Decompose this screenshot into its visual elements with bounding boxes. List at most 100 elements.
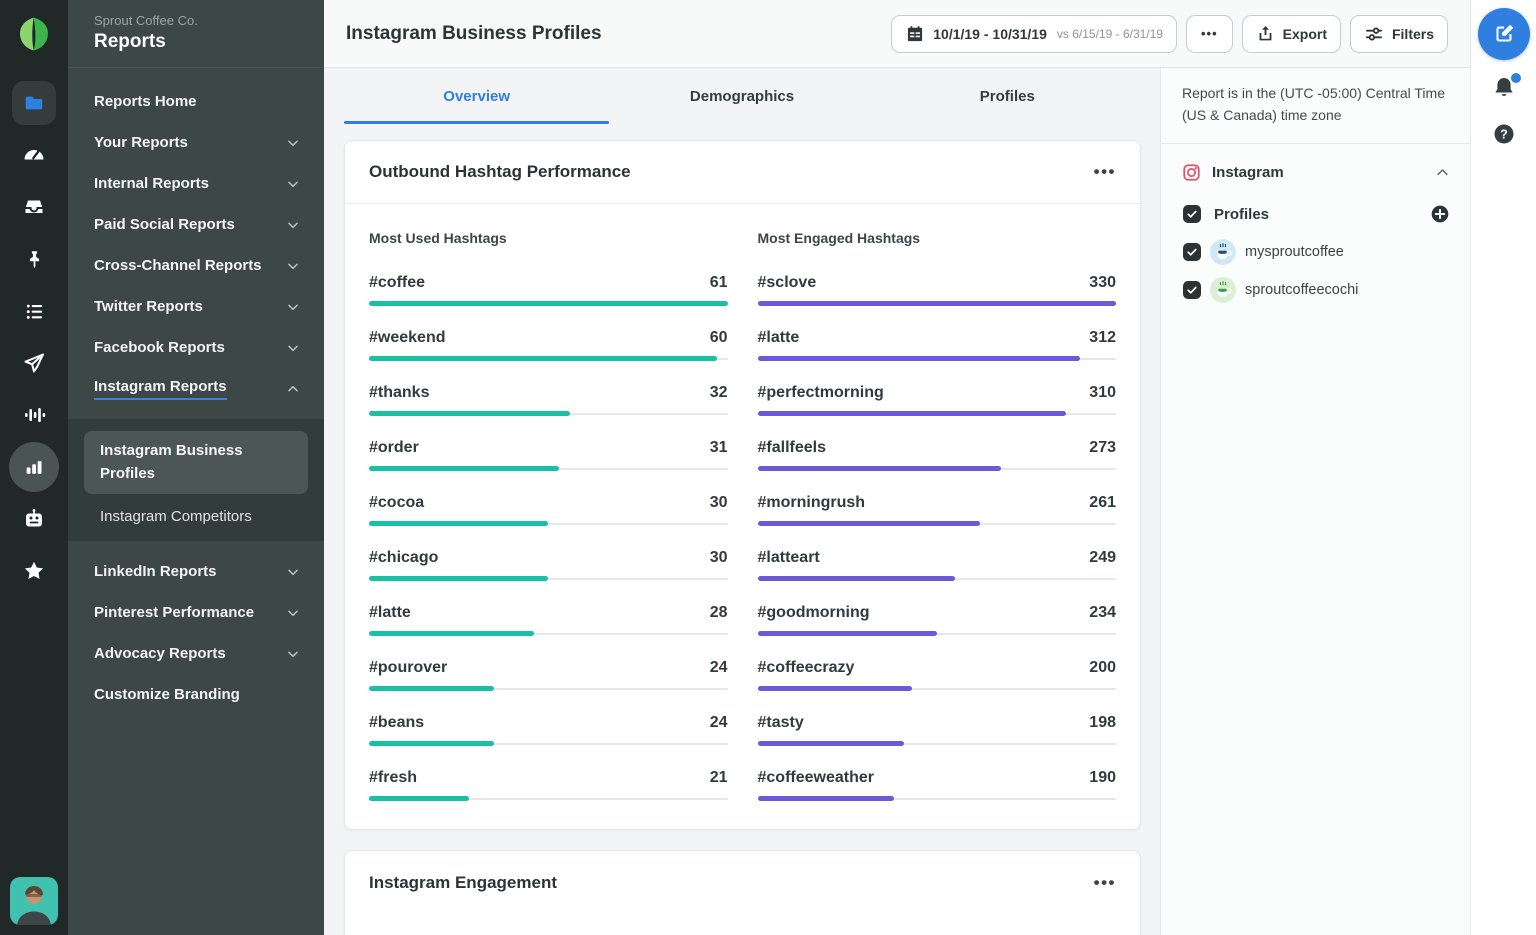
hashtag-label: #cocoa (369, 494, 425, 511)
hashtag-row: #cocoa 30 (369, 494, 728, 526)
hashtag-line: #fresh 21 (369, 769, 728, 787)
hashtag-line: #chicago 30 (369, 549, 728, 567)
chevron-up-icon[interactable] (1435, 165, 1450, 180)
page-title: Instagram Business Profiles (346, 22, 602, 44)
sidebar-item-internal-reports[interactable]: Internal Reports (68, 163, 324, 204)
sidebar-item-paid-social-reports[interactable]: Paid Social Reports (68, 204, 324, 245)
sidebar-item-linkedin-reports[interactable]: LinkedIn Reports (68, 551, 324, 592)
instagram-engagement-card: Instagram Engagement ••• (344, 850, 1141, 935)
hashtag-row: #coffeeweather 190 (757, 769, 1116, 801)
hashtag-value: 330 (1089, 274, 1116, 291)
notifications-bell-icon[interactable] (1491, 73, 1521, 101)
rail-item-robot[interactable] (8, 493, 60, 545)
tab-profiles[interactable]: Profiles (875, 68, 1140, 124)
sidebar-item-label: Customize Branding (94, 686, 240, 703)
hashtag-label: #morningrush (757, 494, 866, 511)
hashtag-bar (757, 356, 1117, 361)
rail-item-gauge[interactable] (8, 129, 60, 181)
date-range-button[interactable]: 10/1/19 - 10/31/19 vs 6/15/19 - 6/31/19 (891, 14, 1177, 53)
hashtag-label: #coffeeweather (757, 769, 875, 786)
profile-checkbox[interactable] (1183, 281, 1201, 300)
column-header: Most Engaged Hashtags (757, 230, 921, 246)
instagram-network-row[interactable]: Instagram (1161, 144, 1470, 195)
network-name: Instagram (1212, 164, 1284, 182)
hashtag-bar-fill (369, 796, 470, 801)
hashtag-label: #order (369, 439, 419, 456)
hashtag-bar-fill (369, 411, 570, 416)
user-avatar[interactable] (10, 877, 58, 925)
sidebar-subitem-instagram-competitors[interactable]: Instagram Competitors (84, 494, 308, 531)
notification-badge (1510, 73, 1521, 83)
hashtag-row: #sclove 330 (757, 274, 1116, 306)
report-content: Overview Demographics Profiles Outbound Ha… (324, 68, 1160, 935)
sidebar-item-customize-branding[interactable]: Customize Branding (68, 674, 324, 715)
hashtag-value: 312 (1089, 329, 1116, 346)
hashtag-value: 24 (709, 659, 728, 676)
rail-item-bar-chart[interactable] (9, 442, 59, 492)
rail-item-pin[interactable] (8, 233, 60, 285)
rail-item-waveform[interactable] (8, 389, 60, 441)
rail-item-folder[interactable] (12, 81, 56, 125)
reports-sidebar: Sprout Coffee Co. Reports Reports Home Yo… (68, 0, 324, 935)
hashtag-line: #beans 24 (369, 714, 728, 732)
sidebar-item-reports-home[interactable]: Reports Home (68, 81, 324, 122)
sidebar-item-facebook-reports[interactable]: Facebook Reports (68, 327, 324, 368)
profiles-label: Profiles (1214, 205, 1270, 223)
card-menu-button[interactable]: ••• (1094, 873, 1116, 893)
hashtag-row: #fresh 21 (369, 769, 728, 801)
export-icon (1256, 24, 1275, 43)
sidebar-item-your-reports[interactable]: Your Reports (68, 122, 324, 163)
chevron-down-icon (286, 259, 300, 273)
sidebar-item-cross-channel-reports[interactable]: Cross-Channel Reports (68, 245, 324, 286)
rail-item-star[interactable] (8, 545, 60, 597)
sidebar-item-advocacy-reports[interactable]: Advocacy Reports (68, 633, 324, 674)
compose-button[interactable] (1477, 8, 1530, 60)
export-button[interactable]: Export (1241, 14, 1341, 53)
hashtag-line: #order 31 (369, 439, 728, 457)
more-options-button[interactable]: ••• (1185, 14, 1233, 53)
hashtag-bar-fill (757, 301, 1116, 306)
hashtag-line: #latte 28 (369, 604, 728, 622)
tab-overview[interactable]: Overview (344, 68, 610, 124)
hashtag-line: #thanks 32 (369, 384, 728, 402)
paper-plane-icon (22, 351, 46, 375)
hashtag-row: #thanks 32 (369, 384, 728, 416)
hashtag-bar (757, 631, 1117, 636)
hashtag-row: #morningrush 261 (757, 494, 1116, 526)
sidebar-item-pinterest-performance[interactable]: Pinterest Performance (68, 592, 324, 633)
hashtag-bar (369, 301, 728, 306)
rail-item-list[interactable] (8, 285, 60, 337)
profile-checkbox[interactable] (1183, 243, 1201, 262)
sprout-logo[interactable] (15, 0, 53, 68)
filters-icon (1364, 24, 1384, 44)
sidebar-item-label: Instagram Reports (94, 378, 227, 400)
hashtag-label: #perfectmorning (757, 384, 884, 401)
card-menu-button[interactable]: ••• (1094, 162, 1116, 182)
hashtag-bar (757, 576, 1117, 581)
hashtag-bar-fill (757, 796, 894, 801)
hashtag-line: #pourover 24 (369, 659, 728, 677)
sidebar-item-label: Pinterest Performance (94, 604, 255, 621)
hashtag-line: #goodmorning 234 (758, 604, 1117, 622)
hashtag-bar (369, 521, 728, 526)
tab-demographics[interactable]: Demographics (609, 68, 874, 124)
hashtag-bar (369, 686, 728, 691)
add-profile-button[interactable] (1430, 204, 1450, 224)
compare-range-value: vs 6/15/19 - 6/31/19 (1056, 26, 1163, 41)
sidebar-subitem-instagram-business-profiles[interactable]: Instagram Business Profiles (84, 431, 308, 494)
hashtag-row: #coffee 61 (369, 274, 728, 306)
hashtag-bar-fill (369, 356, 717, 361)
sidebar-item-instagram-reports[interactable]: Instagram Reports (68, 368, 324, 409)
sidebar-item-twitter-reports[interactable]: Twitter Reports (68, 286, 324, 327)
hashtag-line: #perfectmorning 310 (758, 384, 1117, 402)
hashtag-value: 310 (1089, 384, 1116, 401)
filters-button[interactable]: Filters (1349, 14, 1448, 53)
hashtag-bar-fill (369, 466, 559, 471)
hashtag-bar (369, 356, 728, 361)
profile-row-mysproutcoffee: mysproutcoffee (1161, 233, 1470, 271)
profiles-checkbox[interactable] (1183, 205, 1201, 224)
rail-item-paper-plane[interactable] (8, 337, 60, 389)
rail-item-inbox[interactable] (8, 181, 60, 233)
help-icon[interactable]: ? (1492, 122, 1516, 146)
hashtag-bar-fill (757, 521, 980, 526)
